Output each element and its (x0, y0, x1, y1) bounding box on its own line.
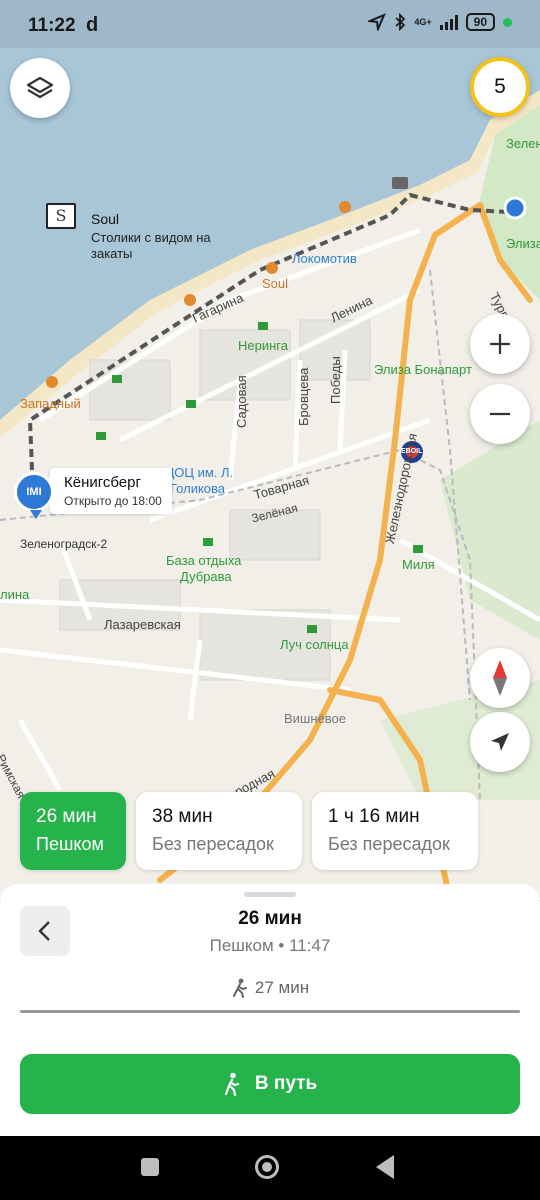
layers-button[interactable] (10, 58, 70, 118)
home-icon[interactable] (255, 1155, 279, 1179)
route-tab-walk[interactable]: 26 мин Пешком (20, 792, 126, 870)
walk-summary: 27 мин (0, 978, 540, 998)
status-bar: 11:22 d 4G+ 90 (0, 0, 540, 48)
network-type: 4G+ (414, 16, 432, 27)
carrier-glyph: d (86, 14, 99, 36)
route-sheet: 26 мин Пешком • 11:47 27 мин В путь (0, 884, 540, 1136)
sheet-subtitle: Пешком • 11:47 (209, 936, 331, 955)
street-brovtseva: Бровцева (296, 367, 311, 426)
compass-button[interactable] (470, 648, 530, 708)
soul-title[interactable]: Soul (91, 211, 119, 227)
poi-subtitle: Открыто до 18:00 (64, 494, 162, 508)
route-tab-mode: Пешком (36, 834, 104, 854)
route-tab-mode: Без пересадок (328, 834, 450, 854)
route-tab-direct-2[interactable]: 1 ч 16 мин Без пересадок (312, 792, 478, 870)
street-sadovaya: Садовая (234, 375, 249, 428)
zoom-out-button[interactable] (470, 384, 530, 444)
sheet-handle[interactable] (244, 892, 296, 897)
my-location-button[interactable] (470, 712, 530, 772)
route-tab-time: 1 ч 16 мин (328, 806, 420, 827)
zoom-in-icon (490, 334, 510, 354)
my-location-icon (491, 733, 509, 751)
bookmarks-badge[interactable]: 5 (470, 57, 530, 117)
label-vishnevoe: Вишнёвое (284, 711, 346, 726)
poi-card[interactable]: Кёнигсберг Открыто до 18:00 (50, 468, 172, 514)
label-baza-1[interactable]: База отдыха (166, 553, 241, 568)
label-milya[interactable]: Миля (402, 557, 435, 572)
zoom-out-icon (490, 412, 510, 416)
station-zelenogradsk2[interactable]: Зеленоградск-2 (20, 537, 107, 551)
museum-pin-text: IMI (26, 486, 42, 498)
signal-icon (439, 14, 458, 30)
soul-logo: S (46, 203, 76, 229)
layers-icon (26, 76, 54, 99)
label-alina: лина (0, 587, 30, 602)
sheet-title: 26 мин (238, 908, 302, 929)
route-progress-bar (20, 1010, 520, 1013)
route-tab-mode: Без пересадок (152, 834, 274, 854)
map-view[interactable]: S Soul Столики с видом на закаты Soul Ло… (0, 0, 540, 900)
route-tab-time: 26 мин (36, 806, 97, 827)
walk-icon (224, 1072, 239, 1096)
label-luch[interactable]: Луч солнца (280, 637, 349, 652)
poi-title: Кёнигсберг (64, 474, 141, 491)
route-tab-direct-1[interactable]: 38 мин Без пересадок (136, 792, 302, 870)
compass-icon (493, 660, 507, 696)
label-lokomotiv[interactable]: Локомотив (292, 251, 357, 266)
route-tab-time: 38 мин (152, 806, 213, 827)
soul-desc-1: Столики с видом на (91, 230, 211, 245)
soul-desc-2: закаты (91, 246, 133, 261)
walk-time: 27 мин (254, 978, 310, 997)
go-label: В путь (254, 1073, 318, 1094)
system-nav-bar (0, 1136, 540, 1200)
label-soul-small: Soul (262, 276, 289, 291)
privacy-dot-icon (503, 17, 512, 27)
label-eliza-bonapart[interactable]: Элиза Бонапарт (374, 362, 472, 377)
walk-icon (232, 978, 247, 998)
status-time: 11:22 (28, 15, 76, 36)
battery-icon: 90 (465, 13, 495, 31)
label-zapadny: Западный (20, 396, 81, 411)
recent-apps-icon[interactable] (141, 1158, 159, 1176)
street-lazarevskaya: Лазаревская (104, 617, 181, 632)
bluetooth-icon (395, 13, 406, 31)
location-arrow-icon (368, 13, 387, 31)
label-golikova: Голикова (170, 481, 226, 496)
eboil-logo[interactable]: EBOIL (401, 448, 422, 455)
label-baza-2[interactable]: Дубрава (180, 569, 232, 584)
label-eliza-top: Элиза (506, 236, 540, 251)
label-neringa[interactable]: Неринга (238, 338, 288, 353)
back-icon[interactable] (376, 1155, 394, 1179)
street-pobedy: Победы (328, 356, 343, 404)
museum-pin-icon[interactable]: IMI (14, 472, 54, 519)
go-button[interactable]: В путь (20, 1054, 520, 1114)
label-zelen: Зелен (506, 136, 540, 151)
zoom-in-button[interactable] (470, 314, 530, 374)
